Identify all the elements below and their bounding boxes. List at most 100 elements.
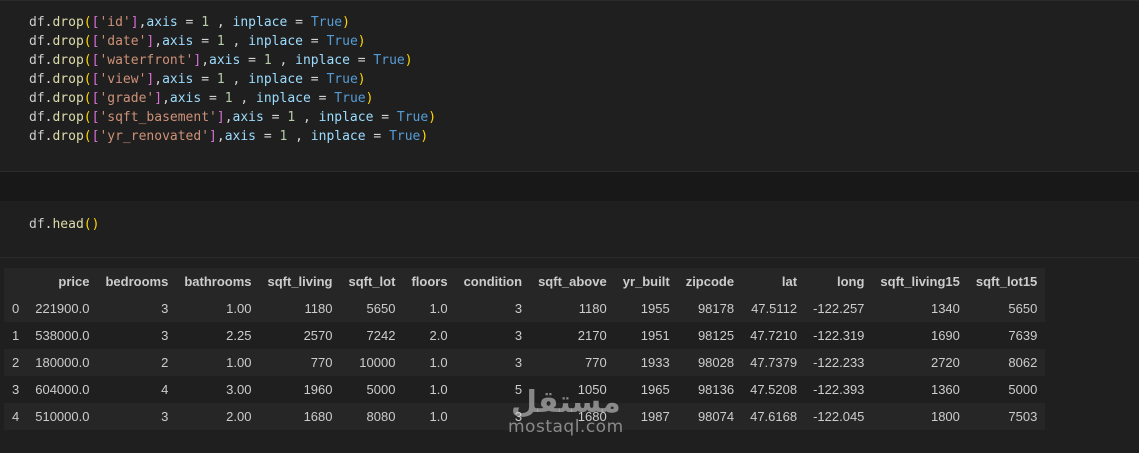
table-cell: 7639 xyxy=(967,322,1046,349)
table-cell: 770 xyxy=(530,349,615,376)
code-bool: True xyxy=(310,15,343,30)
table-cell: 1680 xyxy=(259,403,341,430)
empty-cell[interactable] xyxy=(0,172,1139,202)
table-cell: 2170 xyxy=(530,322,615,349)
table-cell: 98125 xyxy=(677,322,743,349)
table-cell: 1340 xyxy=(872,295,968,322)
table-cell: 98074 xyxy=(677,403,743,430)
code-bool: True xyxy=(326,72,358,87)
table-cell: 2.25 xyxy=(176,322,260,349)
table-cell: 510000.0 xyxy=(27,403,98,430)
watermark-latin: mostaql.com xyxy=(508,417,624,437)
table-cell: 2720 xyxy=(872,349,968,376)
code-bool: True xyxy=(396,110,429,125)
table-cell: -122.257 xyxy=(805,295,873,322)
table-cell: 8080 xyxy=(340,403,404,430)
table-row: 0 221900.0 3 1.00 1180 5650 1.0 3 1180 1955 98178 4… xyxy=(4,295,1046,322)
table-cell: 47.5112 xyxy=(742,295,806,322)
table-cell: 1.0 xyxy=(403,376,456,403)
table-header-row: price bedrooms bathrooms sqft_living sqft_lo… xyxy=(4,268,1046,295)
table-cell: 2 xyxy=(97,349,177,376)
column-header xyxy=(4,268,28,295)
code-string: 'date' xyxy=(99,34,147,49)
code-kw-inplace: inplace xyxy=(310,129,366,144)
code-token-obj: df xyxy=(29,217,45,232)
table-cell: 5650 xyxy=(340,295,404,322)
code-bool: True xyxy=(373,53,405,68)
table-cell: 1180 xyxy=(259,295,341,322)
table-cell: 1.0 xyxy=(403,295,456,322)
table-cell: 5000 xyxy=(967,376,1046,403)
table-row: 2 180000.0 2 1.00 770 10000 1.0 3 770 1933 98028 47… xyxy=(4,349,1046,376)
code-token-obj: df xyxy=(29,72,45,87)
column-header: sqft_living15 xyxy=(872,268,968,295)
table-cell: 3 xyxy=(455,349,531,376)
code-cell-drop[interactable]: df.drop(['id'],axis = 1 , inplace = True… xyxy=(0,0,1139,172)
table-cell: 1955 xyxy=(614,295,678,322)
code-number: 1 xyxy=(216,72,225,87)
code-token-head: head xyxy=(52,217,84,232)
code-kw-inplace: inplace xyxy=(318,110,374,125)
table-cell: 770 xyxy=(259,349,341,376)
code-number: 1 xyxy=(224,91,233,106)
code-token-method: drop xyxy=(52,91,84,106)
column-header: condition xyxy=(455,268,531,295)
mostaql-watermark: مستقل mostaql.com xyxy=(508,385,624,437)
table-cell: 1933 xyxy=(614,349,678,376)
row-index: 1 xyxy=(4,322,28,349)
watermark-arabic: مستقل xyxy=(510,385,621,420)
code-line: df.drop(['id'],axis = 1 , inplace = True… xyxy=(29,15,350,30)
code-kw-axis: axis xyxy=(146,15,178,30)
code-kw-axis: axis xyxy=(232,110,264,125)
table-cell: 98178 xyxy=(677,295,743,322)
code-string: 'sqft_basement' xyxy=(99,110,217,125)
code-kw-inplace: inplace xyxy=(248,34,303,49)
table-cell: 47.7379 xyxy=(742,349,806,376)
table-cell: -122.233 xyxy=(805,349,873,376)
table-cell: 5000 xyxy=(340,376,404,403)
code-kw-axis: axis xyxy=(209,53,241,68)
table-cell: 1987 xyxy=(614,403,678,430)
code-cell-head[interactable]: df.head() xyxy=(0,201,1139,258)
table-cell: 47.7210 xyxy=(742,322,806,349)
table-cell: 7503 xyxy=(967,403,1046,430)
column-header: floors xyxy=(403,268,456,295)
column-header: lat xyxy=(742,268,806,295)
code-editor-drop[interactable]: df.drop(['id'],axis = 1 , inplace = True… xyxy=(29,13,436,146)
table-cell: 1.0 xyxy=(403,403,456,430)
table-cell: 1690 xyxy=(872,322,968,349)
code-line: df.drop(['view'],axis = 1 , inplace = Tr… xyxy=(29,72,366,87)
code-kw-axis: axis xyxy=(224,129,256,144)
table-cell: 2.0 xyxy=(403,322,456,349)
code-line: df.drop(['grade'],axis = 1 , inplace = T… xyxy=(29,91,374,106)
code-number: 1 xyxy=(216,34,225,49)
code-token-obj: df xyxy=(29,15,45,30)
table-cell: 2.00 xyxy=(176,403,260,430)
code-token-obj: df xyxy=(29,34,45,49)
table-cell: 1.00 xyxy=(176,349,260,376)
row-index: 4 xyxy=(4,403,28,430)
code-token-method: drop xyxy=(52,129,84,144)
column-header: sqft_living xyxy=(259,268,341,295)
row-index: 2 xyxy=(4,349,28,376)
table-cell: 98136 xyxy=(677,376,743,403)
table-cell: -122.045 xyxy=(805,403,873,430)
column-header: price xyxy=(27,268,98,295)
table-cell: 4 xyxy=(97,376,177,403)
table-cell: -122.393 xyxy=(805,376,873,403)
code-bool: True xyxy=(389,129,421,144)
column-header: sqft_lot15 xyxy=(967,268,1046,295)
table-cell: 1.00 xyxy=(176,295,260,322)
table-cell: 3 xyxy=(97,403,177,430)
table-cell: 538000.0 xyxy=(27,322,98,349)
table-cell: 3 xyxy=(455,322,531,349)
code-line: df.drop(['date'],axis = 1 , inplace = Tr… xyxy=(29,34,366,49)
table-cell: 1800 xyxy=(872,403,968,430)
table-cell: 3 xyxy=(97,322,177,349)
table-cell: 1965 xyxy=(614,376,678,403)
table-cell: 180000.0 xyxy=(27,349,98,376)
code-editor-head[interactable]: df.head() xyxy=(29,215,99,234)
table-cell: -122.319 xyxy=(805,322,873,349)
code-token-obj: df xyxy=(29,129,45,144)
code-string: 'id' xyxy=(99,15,131,30)
